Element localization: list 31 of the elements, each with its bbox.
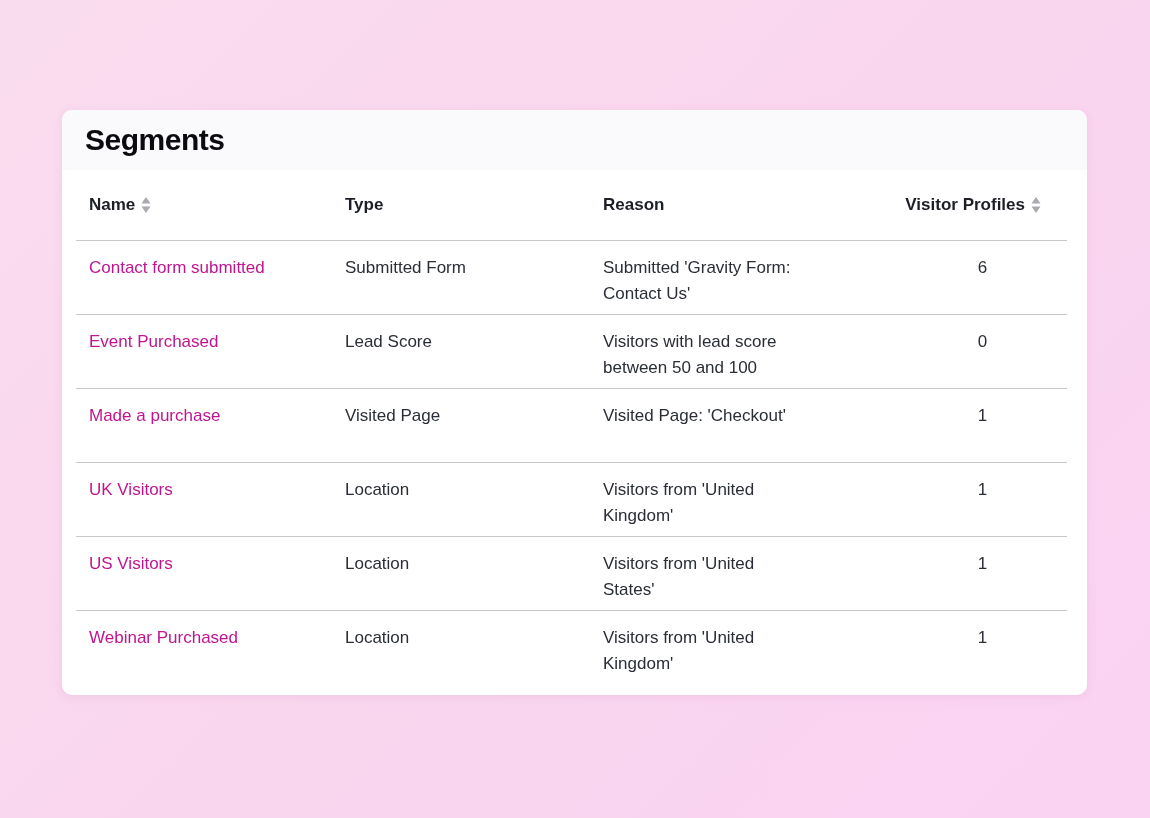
segment-type: Submitted Form <box>345 258 466 277</box>
profile-count: 1 <box>977 554 988 573</box>
sort-icon[interactable] <box>1031 196 1041 214</box>
segment-link[interactable]: Event Purchased <box>89 332 219 351</box>
segment-type: Location <box>345 480 410 499</box>
column-header[interactable]: Name <box>89 195 136 215</box>
segment-reason: Visitors from 'United Kingdom' <box>603 627 756 675</box>
profile-count: 1 <box>977 480 988 499</box>
segment-link[interactable]: US Visitors <box>89 554 173 573</box>
segment-reason: Visitors from 'United States' <box>603 553 756 601</box>
profile-count: 6 <box>977 258 988 277</box>
column-header[interactable]: Visitor Profiles <box>905 195 1025 215</box>
segment-type: Lead Score <box>345 332 432 351</box>
segment-type: Location <box>345 554 410 573</box>
segment-link[interactable]: Contact form submitted <box>89 258 265 277</box>
segment-reason: Submitted 'Gravity Form: Contact Us' <box>603 257 792 305</box>
profile-count: 0 <box>977 332 988 351</box>
segment-reason: Visitors from 'United Kingdom' <box>603 479 756 527</box>
segment-link[interactable]: Webinar Purchased <box>89 628 238 647</box>
segment-type: Visited Page <box>345 406 441 425</box>
segment-link[interactable]: UK Visitors <box>89 480 173 499</box>
segment-reason: Visited Page: 'Checkout' <box>603 405 786 427</box>
column-header: Type <box>345 195 384 215</box>
segment-type: Location <box>345 628 410 647</box>
segment-reason: Visitors with lead score between 50 and 100 <box>603 331 778 379</box>
card-title: Segments <box>85 123 225 157</box>
sort-icon[interactable] <box>141 196 152 214</box>
profile-count: 1 <box>977 628 988 647</box>
segment-link[interactable]: Made a purchase <box>89 406 221 425</box>
column-header: Reason <box>603 195 665 215</box>
profile-count: 1 <box>977 406 988 425</box>
